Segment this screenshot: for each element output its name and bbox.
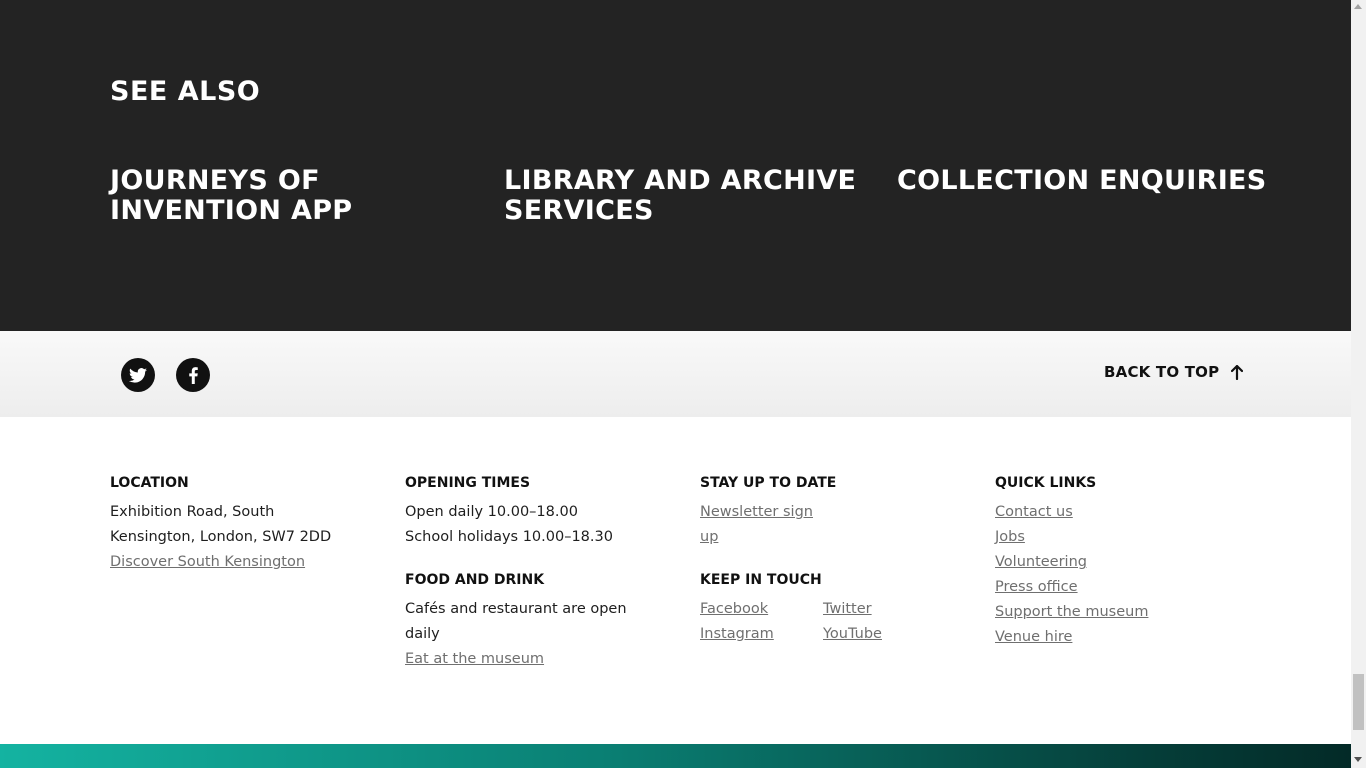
twitter-link[interactable]: Twitter: [823, 597, 903, 622]
keep-in-touch-links: Facebook Twitter Instagram YouTube: [700, 597, 950, 647]
newsletter-signup-link[interactable]: Newsletter sign up: [700, 500, 820, 550]
location-heading: LOCATION: [110, 475, 189, 491]
eat-at-the-museum-link[interactable]: Eat at the museum: [405, 647, 665, 672]
food-and-drink-text: Cafés and restaurant are open daily: [405, 601, 627, 642]
scroll-up-arrow-icon[interactable]: [1354, 4, 1362, 9]
volunteering-link[interactable]: Volunteering: [995, 550, 1235, 575]
opening-times-school-holidays: School holidays 10.00–18.30: [405, 529, 613, 545]
instagram-link[interactable]: Instagram: [700, 622, 823, 647]
see-also-link-journeys-of-invention[interactable]: JOURNEYS OF INVENTION APP: [110, 166, 470, 226]
support-the-museum-link[interactable]: Support the museum: [995, 600, 1235, 625]
food-and-drink-heading: FOOD AND DRINK: [405, 572, 545, 588]
opening-times-daily: Open daily 10.00–18.00: [405, 504, 578, 520]
footer: LOCATION Exhibition Road, South Kensingt…: [0, 417, 1351, 744]
footer-location: LOCATION Exhibition Road, South Kensingt…: [110, 475, 350, 575]
venue-hire-link[interactable]: Venue hire: [995, 625, 1235, 650]
vertical-scrollbar[interactable]: [1351, 0, 1366, 768]
see-also-section: SEE ALSO JOURNEYS OF INVENTION APP LIBRA…: [0, 0, 1351, 331]
discover-south-kensington-link[interactable]: Discover South Kensington: [110, 550, 350, 575]
see-also-link-library-archive[interactable]: LIBRARY AND ARCHIVE SERVICES: [504, 166, 864, 226]
youtube-link[interactable]: YouTube: [823, 622, 903, 647]
see-also-link-collection-enquiries[interactable]: COLLECTION ENQUIRIES: [897, 166, 1297, 196]
footer-opening-times: OPENING TIMES Open daily 10.00–18.00 Sch…: [405, 475, 665, 672]
press-office-link[interactable]: Press office: [995, 575, 1235, 600]
arrow-up-icon: [1231, 364, 1244, 380]
stay-up-to-date-heading: STAY UP TO DATE: [700, 475, 837, 491]
scrollbar-thumb[interactable]: [1353, 674, 1364, 730]
keep-in-touch-heading: KEEP IN TOUCH: [700, 572, 822, 588]
opening-times-heading: OPENING TIMES: [405, 475, 531, 491]
footer-stay-up-to-date: STAY UP TO DATE Newsletter sign up KEEP …: [700, 475, 950, 647]
see-also-title: SEE ALSO: [110, 76, 261, 107]
quick-links-heading: QUICK LINKS: [995, 475, 1097, 491]
page: SEE ALSO JOURNEYS OF INVENTION APP LIBRA…: [0, 0, 1351, 768]
contact-us-link[interactable]: Contact us: [995, 500, 1235, 525]
scroll-down-arrow-icon[interactable]: [1354, 757, 1362, 762]
footer-quick-links: QUICK LINKS Contact us Jobs Volunteering…: [995, 475, 1235, 650]
twitter-icon[interactable]: [121, 358, 155, 392]
facebook-link[interactable]: Facebook: [700, 597, 823, 622]
location-address: Exhibition Road, South Kensington, Londo…: [110, 504, 332, 545]
jobs-link[interactable]: Jobs: [995, 525, 1235, 550]
bottom-gradient-strip: [0, 744, 1351, 768]
social-bar: BACK TO TOP: [0, 331, 1351, 417]
back-to-top-button[interactable]: BACK TO TOP: [1104, 363, 1244, 381]
facebook-icon[interactable]: [176, 358, 210, 392]
back-to-top-label: BACK TO TOP: [1104, 363, 1220, 381]
